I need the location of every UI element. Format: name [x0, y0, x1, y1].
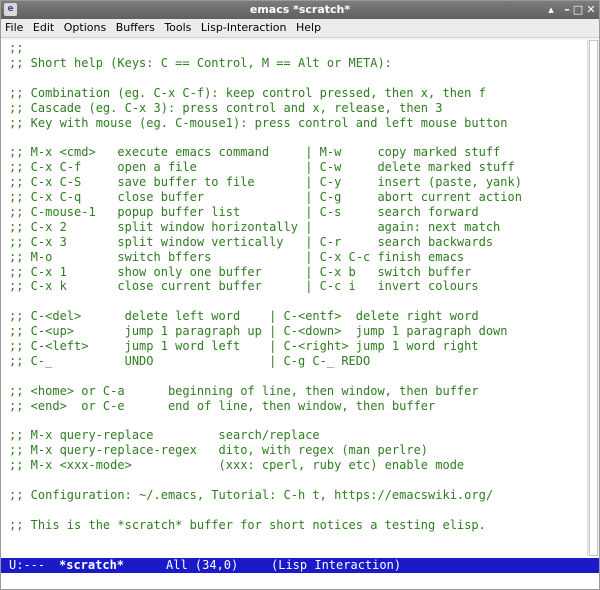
- maximize-button[interactable]: □: [571, 3, 585, 17]
- close-button[interactable]: ✕: [584, 3, 598, 17]
- menu-lisp-interaction[interactable]: Lisp-Interaction: [199, 19, 289, 37]
- menu-options[interactable]: Options: [62, 19, 108, 37]
- buffer-line: ;; Configuration: ~/.emacs, Tutorial: C-…: [9, 488, 494, 502]
- buffer-line: ;; C-<left> jump 1 word left | C-<right>…: [9, 339, 479, 353]
- buffer-line: ;; M-o switch bffers | C-x C-c finish em…: [9, 249, 465, 264]
- buffer-line: ;; C-x k close current buffer | C-c i in…: [9, 279, 479, 294]
- buffer-line: ;; C-x C-q close buffer | C-g abort curr…: [9, 190, 522, 204]
- modeline-position: All (34,0): [166, 558, 239, 572]
- scrollbar-thumb[interactable]: [589, 40, 598, 556]
- modeline-status: U:---: [9, 558, 46, 572]
- buffer-line: ;; Cascade (eg. C-x 3): press control an…: [9, 100, 443, 115]
- buffer-line: ;; C-x 2 split window horizontally | aga…: [9, 219, 501, 234]
- menu-help[interactable]: Help: [294, 19, 323, 37]
- buffer-line: ;; C-<del> delete left word | C-<entf> d…: [9, 309, 479, 324]
- buffer-line: ;; Key with mouse (eg. C-mouse1): press …: [9, 115, 508, 130]
- buffer-line: ;; C-x C-S save buffer to file | C-y ins…: [9, 175, 522, 190]
- modeline-major-mode[interactable]: (Lisp Interaction): [271, 558, 401, 573]
- buffer-line: ;; M-x query-replace-regex dito, with re…: [9, 443, 429, 458]
- buffer-line: ;; <end> or C-e end of line, then window…: [9, 398, 436, 413]
- menu-edit[interactable]: Edit: [31, 19, 56, 37]
- buffer-line: ;;: [9, 41, 24, 55]
- menu-bar: File Edit Options Buffers Tools Lisp-Int…: [1, 19, 599, 38]
- modeline-buffer-name[interactable]: *scratch*: [59, 558, 124, 573]
- buffer-line: ;; C-x C-f open a file | C-w delete mark…: [9, 160, 515, 175]
- buffer-line: ;; C-x 3 split window vertically | C-r s…: [9, 234, 494, 249]
- buffer-line: ;; C-x 1 show only one buffer | C-x b sw…: [9, 264, 472, 279]
- buffer-line: ;; Short help (Keys: C == Control, M == …: [9, 55, 392, 70]
- buffer-line: ;; C-<up> jump 1 paragraph up | C-<down>…: [9, 324, 508, 339]
- menu-tools[interactable]: Tools: [162, 19, 193, 37]
- title-bar[interactable]: e emacs *scratch* ▴ – □ ✕: [1, 1, 599, 19]
- menu-file[interactable]: File: [3, 19, 25, 37]
- menu-buffers[interactable]: Buffers: [114, 19, 157, 37]
- buffer-line: ;; C-mouse-1 popup buffer list | C-s sea…: [9, 204, 479, 219]
- scratch-buffer-text-area[interactable]: ;;;; Short help (Keys: C == Control, M =…: [1, 40, 585, 556]
- buffer-line: ;; Combination (eg. C-x C-f): keep contr…: [9, 85, 486, 100]
- window-title: emacs *scratch*: [249, 3, 351, 16]
- buffer-line: ;; M-x query-replace search/replace: [9, 428, 320, 443]
- buffer-line: ;; M-x <xxx-mode> (xxx: cperl, ruby etc)…: [9, 458, 465, 473]
- sticky-button[interactable]: ▴: [544, 3, 558, 17]
- buffer-line: ;; <home> or C-a beginning of line, then…: [9, 383, 479, 398]
- minibuffer[interactable]: [1, 573, 599, 589]
- buffer-line: ;; M-x <cmd> execute emacs command | M-w…: [9, 145, 501, 160]
- vertical-scrollbar[interactable]: [587, 40, 599, 556]
- buffer-line: ;; C-_ UNDO | C-g C-_ REDO: [9, 353, 371, 368]
- mode-line[interactable]: U:--- *scratch* All (34,0) (Lisp Interac…: [1, 558, 599, 573]
- emacs-window: e emacs *scratch* ▴ – □ ✕ File Edit Opti…: [0, 0, 600, 590]
- buffer-line: ;; This is the *scratch* buffer for shor…: [9, 517, 486, 532]
